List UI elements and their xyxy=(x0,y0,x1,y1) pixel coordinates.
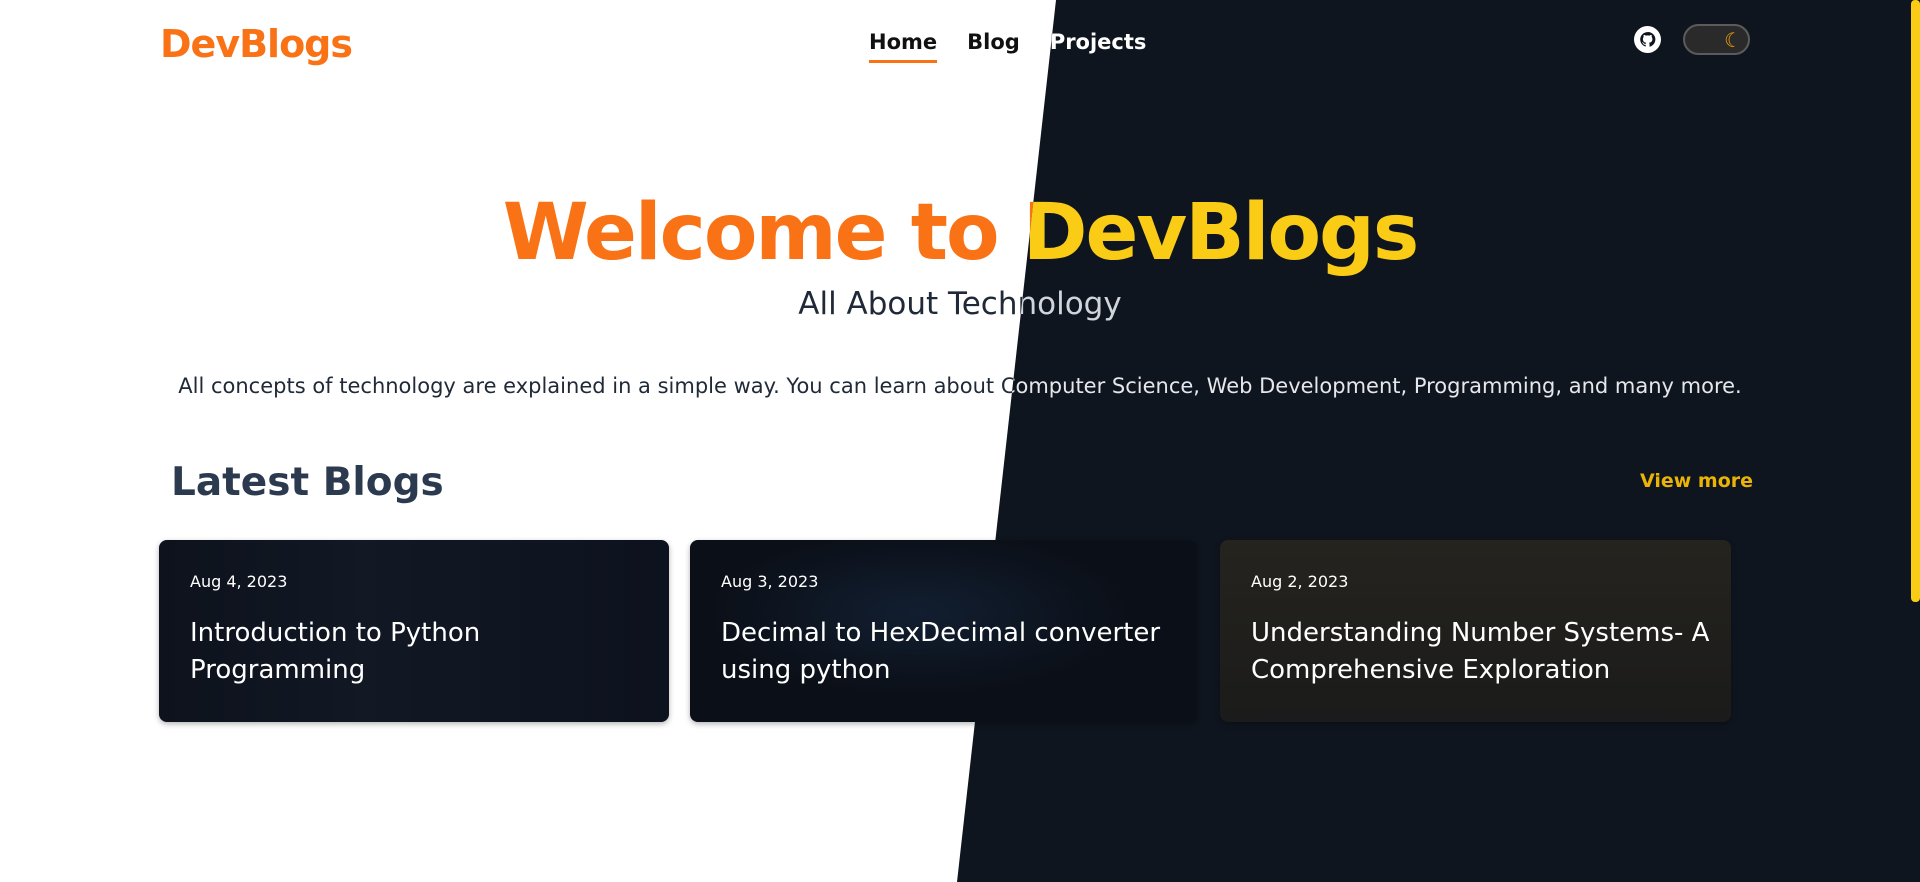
nav-home[interactable]: Home xyxy=(869,30,938,63)
nav-projects[interactable]: Projects xyxy=(1050,30,1147,63)
blog-card[interactable]: Aug 4, 2023 Introduction to Python Progr… xyxy=(159,540,669,722)
latest-blogs-heading: Latest Blogs xyxy=(171,460,444,505)
blog-title[interactable]: Decimal to HexDecimal converter using py… xyxy=(721,615,1177,689)
scrollbar[interactable] xyxy=(1911,0,1920,602)
moon-icon: ☾ xyxy=(1724,28,1742,52)
blog-card[interactable]: Aug 2, 2023 Understanding Number Systems… xyxy=(1220,540,1731,722)
github-icon[interactable] xyxy=(1634,26,1661,53)
blog-date: Aug 2, 2023 xyxy=(1251,572,1349,591)
blog-title[interactable]: Introduction to Python Programming xyxy=(190,615,649,689)
logo[interactable]: DevBlogs xyxy=(160,22,353,66)
view-more-link[interactable]: View more xyxy=(1640,470,1753,492)
nav-blog[interactable]: Blog xyxy=(967,30,1020,63)
blog-card[interactable]: Aug 3, 2023 Decimal to HexDecimal conver… xyxy=(690,540,1197,722)
theme-toggle[interactable]: ☾ xyxy=(1683,24,1750,55)
blog-date: Aug 4, 2023 xyxy=(190,572,288,591)
blog-title[interactable]: Understanding Number Systems- A Comprehe… xyxy=(1251,615,1711,689)
blog-date: Aug 3, 2023 xyxy=(721,572,819,591)
